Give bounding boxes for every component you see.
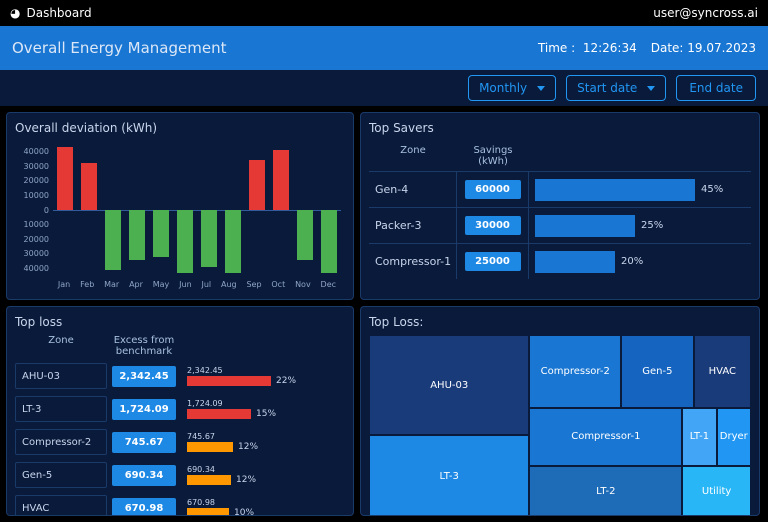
saver-row: Compressor-12500020% [369,243,751,279]
top-loss-title: Top loss [15,315,345,329]
dashboard-icon: ◕ [10,6,20,20]
date-value: 19.07.2023 [687,41,756,55]
end-date-button[interactable]: End date [676,75,756,101]
time-value: 12:26:34 [583,41,637,55]
chevron-down-icon [647,86,655,91]
saver-row: Gen-46000045% [369,171,751,207]
chevron-down-icon [537,86,545,91]
deviation-chart: 4000030000200001000001000020000300004000… [15,141,345,289]
user-email[interactable]: user@syncross.ai [653,6,758,20]
topbar: ◕ Dashboard user@syncross.ai [0,0,768,26]
top-loss-panel: Top loss ZoneExcess from benchmark AHU-0… [6,306,354,516]
treemap-panel: Top Loss: AHU-03LT-3Compressor-2Gen-5HVA… [360,306,760,516]
loss-row: LT-31,724.091,724.0915% [15,394,345,424]
controls-bar: Monthly Start date End date [0,70,768,106]
loss-row: AHU-032,342.452,342.4522% [15,361,345,391]
loss-row: Gen-5690.34690.3412% [15,460,345,490]
treemap-cell[interactable]: Compressor-1 [529,408,682,466]
treemap-cell[interactable]: LT-2 [529,466,682,516]
treemap-cell[interactable]: Gen-5 [621,335,694,408]
page-title: Overall Energy Management [12,39,226,57]
treemap-cell[interactable]: Dryer [717,408,751,466]
treemap-cell[interactable]: HVAC [694,335,751,408]
period-dropdown[interactable]: Monthly [468,75,556,101]
treemap-cell[interactable]: LT-1 [682,408,716,466]
top-savers-title: Top Savers [369,121,751,135]
header: Overall Energy Management Time : 12:26:3… [0,26,768,70]
treemap-cell[interactable]: AHU-03 [369,335,529,435]
loss-row: HVAC670.98670.9810% [15,493,345,516]
saver-row: Packer-33000025% [369,207,751,243]
treemap-cell[interactable]: LT-3 [369,435,529,516]
treemap: AHU-03LT-3Compressor-2Gen-5HVACCompresso… [369,335,751,516]
treemap-cell[interactable]: Compressor-2 [529,335,621,408]
deviation-title: Overall deviation (kWh) [15,121,345,135]
start-date-dropdown[interactable]: Start date [566,75,666,101]
top-savers-panel: Top Savers ZoneSavings (kWh) Gen-4600004… [360,112,760,300]
treemap-title: Top Loss: [369,315,751,329]
topbar-title: Dashboard [26,6,91,20]
loss-row: Compressor-2745.67745.6712% [15,427,345,457]
treemap-cell[interactable]: Utility [682,466,751,516]
deviation-panel: Overall deviation (kWh) 4000030000200001… [6,112,354,300]
